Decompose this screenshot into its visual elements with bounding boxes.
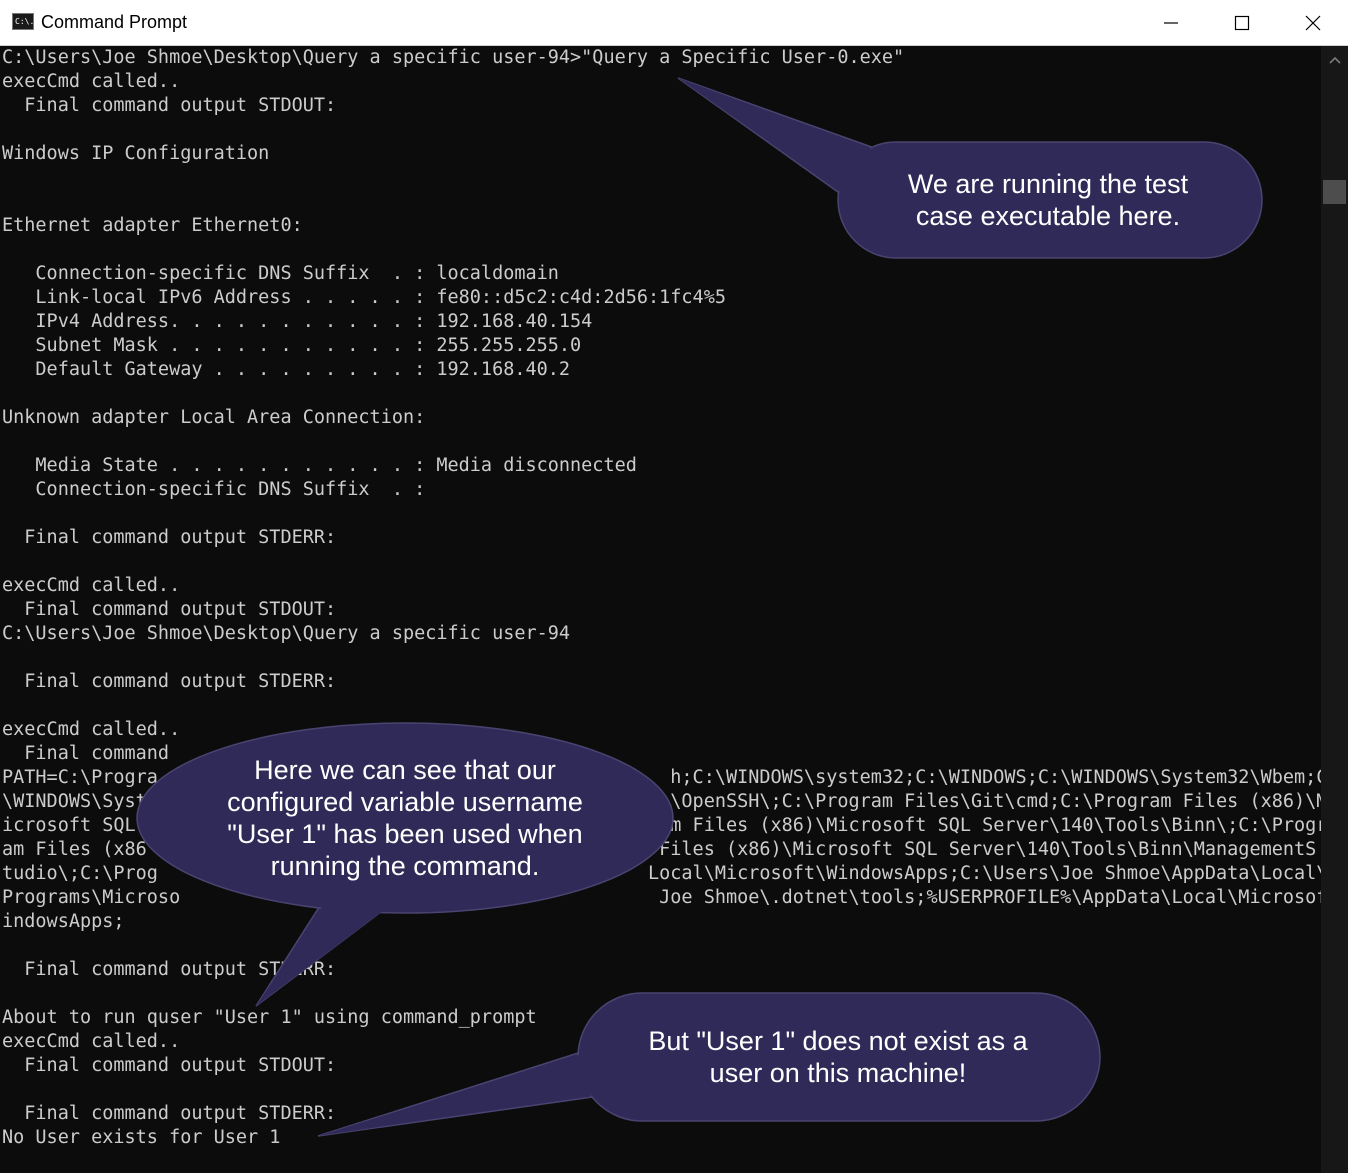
vertical-scrollbar[interactable]: [1321, 46, 1348, 1173]
console-line: icrosoft SQL m Files (x86)\Microsoft SQL…: [2, 815, 1321, 836]
scrollbar-thumb[interactable]: [1323, 180, 1346, 204]
callout-text-3: But "User 1" does not exist as a user on…: [648, 1026, 1028, 1088]
console-line: Final command output STDERR:: [2, 527, 337, 548]
console-line: Programs\Microso Joe Shmoe\.dotnet\tools…: [2, 887, 1321, 908]
console-line: Connection-specific DNS Suffix . : local…: [2, 263, 559, 284]
console-line: About to run quser "User 1" using comman…: [2, 1007, 537, 1028]
maximize-icon: [1234, 15, 1250, 30]
console-line: am Files (x86 Files (x86)\Microsoft SQL …: [2, 839, 1317, 860]
console-line: \WINDOWS\Syst \OpenSSH\;C:\Program Files…: [2, 791, 1321, 812]
console-line: C:\Users\Joe Shmoe\Desktop\Query a speci…: [2, 623, 571, 644]
console-line: indowsApps;: [2, 911, 125, 932]
console-line: Ethernet adapter Ethernet0:: [2, 215, 303, 236]
close-button[interactable]: [1278, 0, 1348, 45]
console-line: Media State . . . . . . . . . . . : Medi…: [2, 455, 637, 476]
callout-text-2: Here we can see that our configured vari…: [227, 755, 583, 881]
console-line: Final command output STDERR:: [2, 671, 337, 692]
console-line: Unknown adapter Local Area Connection:: [2, 407, 426, 428]
console-line: execCmd called..: [2, 719, 181, 740]
console-line: Final command output STDERR:: [2, 959, 337, 980]
console-line: tudio\;C:\Prog Local\Microsoft\WindowsAp…: [2, 863, 1321, 884]
console-line: execCmd called..: [2, 71, 181, 92]
maximize-button[interactable]: [1207, 0, 1277, 45]
console-line: PATH=C:\Progra h;C:\WINDOWS\system32;C:\…: [2, 767, 1321, 788]
console-line: execCmd called..: [2, 1031, 181, 1052]
title-bar: C:\. Command Prompt: [0, 0, 1348, 46]
console-line: C:\Users\Joe Shmoe\Desktop\Query a speci…: [2, 47, 905, 68]
window-title: Command Prompt: [41, 12, 188, 32]
console-line: Final command output STDOUT:: [2, 599, 337, 620]
console-line: Subnet Mask . . . . . . . . . . . : 255.…: [2, 335, 582, 356]
console-line: Final command: [2, 743, 170, 764]
console-line: Final command output STDOUT:: [2, 95, 337, 116]
console-line: execCmd called..: [2, 575, 181, 596]
console-line: Final command output STDOUT:: [2, 1055, 337, 1076]
console-line: Link-local IPv6 Address . . . . . : fe80…: [2, 287, 726, 308]
console-line: No User exists for User 1: [2, 1127, 281, 1148]
chevron-up-icon: [1328, 56, 1341, 64]
minimize-button[interactable]: [1136, 0, 1206, 45]
scroll-up-button[interactable]: [1321, 50, 1348, 70]
cmd-icon: C:\.: [12, 13, 34, 30]
console-line: IPv4 Address. . . . . . . . . . . : 192.…: [2, 311, 593, 332]
console-line: Connection-specific DNS Suffix . :: [2, 479, 426, 500]
callout-text-1: We are running the test case executable …: [907, 169, 1189, 231]
console-line: Default Gateway . . . . . . . . . : 192.…: [2, 359, 571, 380]
console-line: Final command output STDERR:: [2, 1103, 337, 1124]
close-icon: [1305, 15, 1321, 30]
console-line: Windows IP Configuration: [2, 143, 270, 164]
minimize-icon: [1164, 21, 1178, 24]
